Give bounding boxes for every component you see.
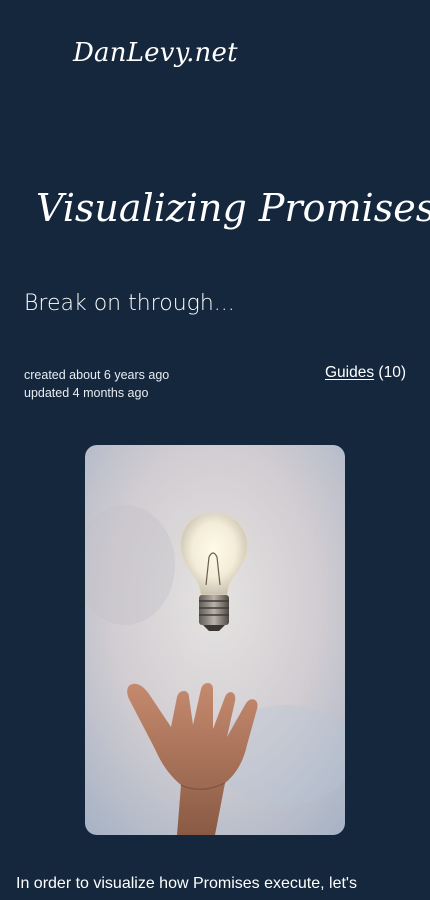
site-logo-link[interactable]: DanLevy.net [73,38,238,68]
article-intro: In order to visualize how Promises execu… [16,875,357,892]
page-title: Visualizing Promises [36,186,430,230]
category-tag: Guides (10) [325,363,406,383]
page-subtitle: Break on through... [24,291,235,316]
created-date: created about 6 years ago [24,368,170,382]
hero-image [85,445,345,835]
post-dates: created about 6 years ago updated 4 mont… [24,366,169,402]
category-count: (10) [378,364,406,381]
lightbulb-hand-illustration [85,445,345,835]
updated-date: updated 4 months ago [24,386,149,400]
category-link[interactable]: Guides [325,364,374,381]
